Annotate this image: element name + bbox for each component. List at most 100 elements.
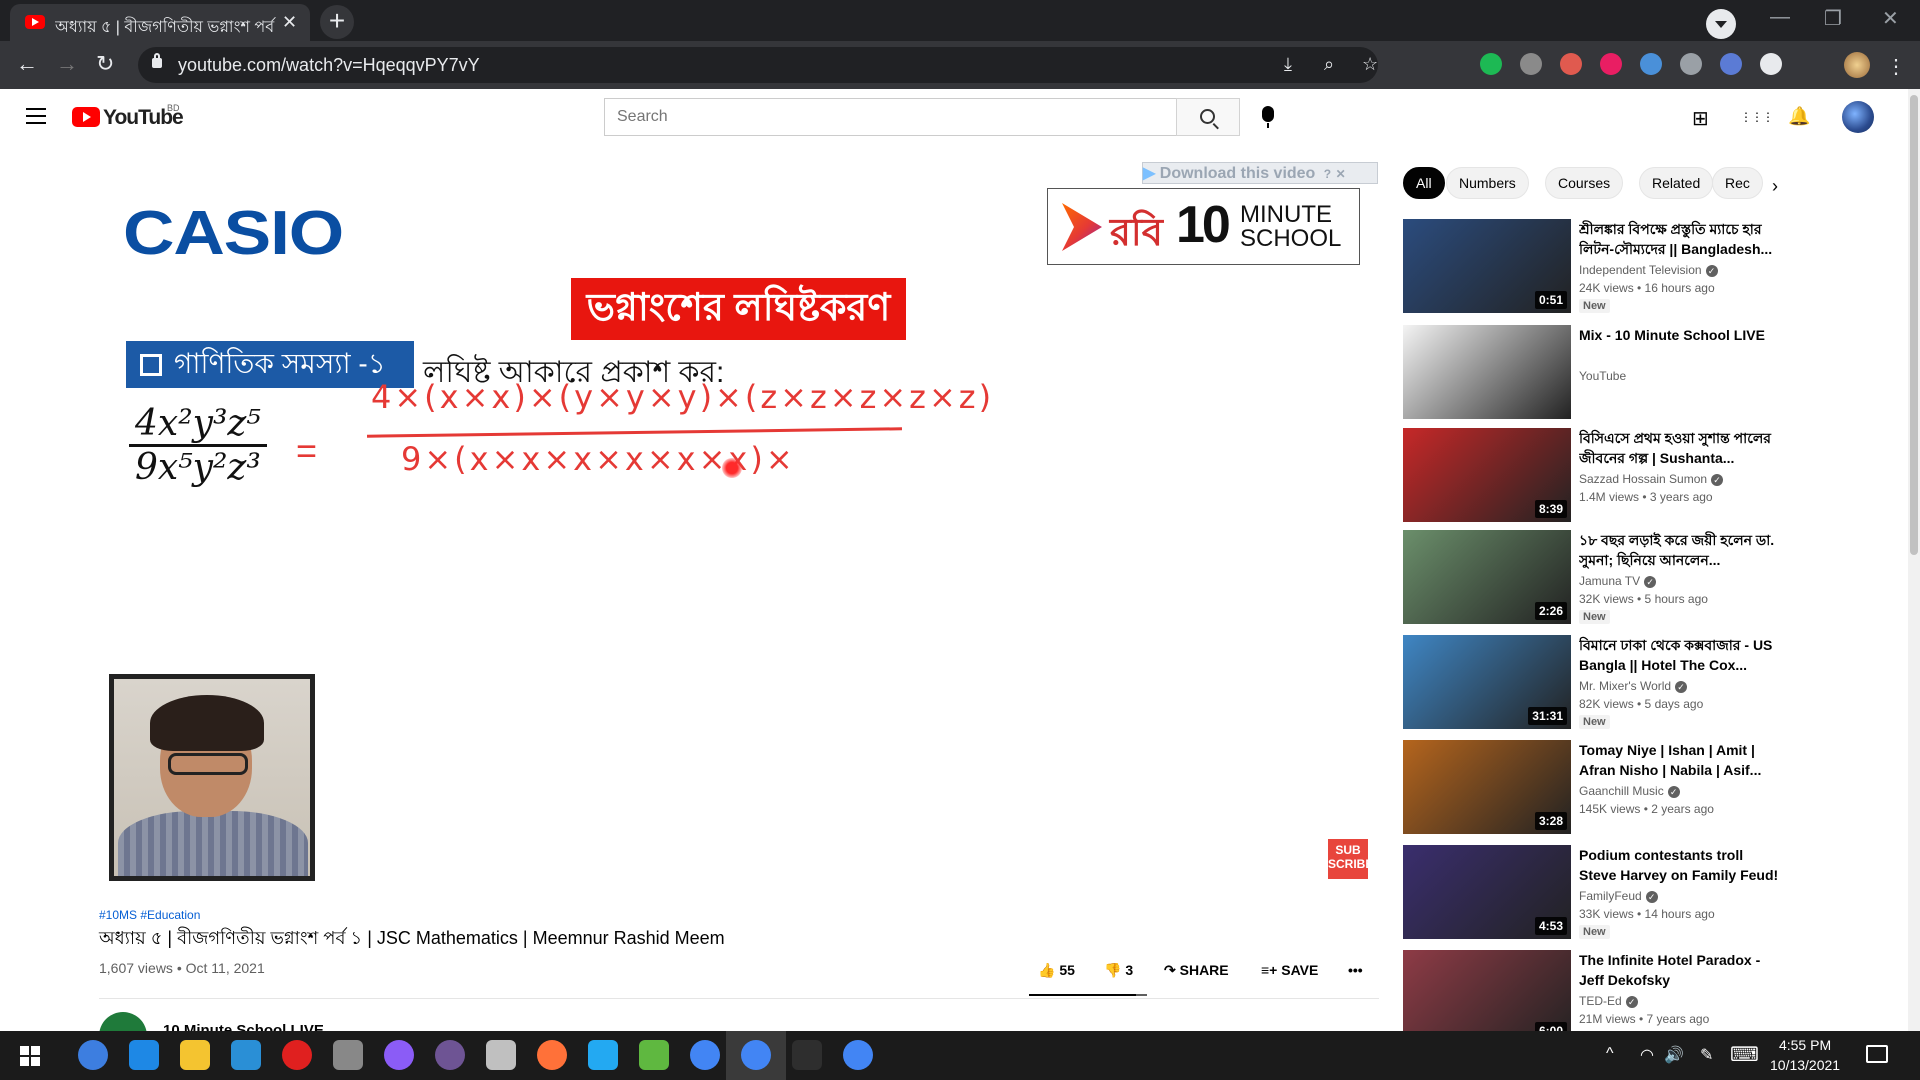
page-scrollbar[interactable] [1908, 89, 1920, 1031]
video-thumbnail[interactable] [1403, 325, 1571, 419]
download-video-bar[interactable]: ▶ Download this video ? ✕ [1142, 162, 1378, 184]
action-center-icon[interactable] [1866, 1045, 1888, 1063]
new-tab-button[interactable]: + [320, 5, 354, 39]
taskbar-e-icon[interactable] [129, 1040, 159, 1070]
chip-all[interactable]: All [1403, 167, 1445, 199]
video-thumbnail[interactable]: 4:53 [1403, 845, 1571, 939]
recommended-video[interactable]: 31:31 বিমানে ঢাকা থেকে কক্সবাজার - US Ban… [1403, 635, 1783, 735]
scrollbar-thumb[interactable] [1910, 95, 1918, 555]
chip-numbers[interactable]: Numbers [1446, 167, 1529, 199]
reload-button[interactable]: ↻ [96, 51, 114, 77]
taskbar-chrome-active-icon[interactable] [726, 1031, 786, 1080]
voice-search-icon[interactable] [1262, 106, 1274, 128]
forward-button[interactable]: → [56, 51, 78, 77]
recommended-video[interactable]: Mix - 10 Minute School LIVE YouTube [1403, 325, 1783, 425]
video-player[interactable]: CASIO রবি 10 MINUTE SCHOOL ভগ্নাংশের লঘিষ… [99, 168, 1379, 888]
taskbar-app2-icon[interactable] [486, 1040, 516, 1070]
video-thumbnail[interactable]: 8:39 [1403, 428, 1571, 522]
video-thumbnail[interactable]: 3:28 [1403, 740, 1571, 834]
bookmark-star-icon[interactable]: ☆ [1362, 54, 1378, 75]
zoom-icon[interactable]: ⌕ [1324, 54, 1334, 75]
keyboard-icon[interactable]: ⌨ [1730, 1042, 1759, 1067]
volume-icon[interactable]: 🔊 [1664, 1045, 1684, 1065]
recommended-video[interactable]: 0:51 শ্রীলঙ্কার বিপক্ষে প্রস্তুতি ম্যাচে … [1403, 219, 1783, 319]
search-button[interactable] [1176, 98, 1240, 136]
taskbar-app-icon[interactable] [333, 1040, 363, 1070]
taskbar-opera-icon[interactable] [282, 1040, 312, 1070]
recommended-channel[interactable]: Mr. Mixer's World ✓ [1579, 679, 1688, 693]
recommended-channel[interactable]: Gaanchill Music ✓ [1579, 784, 1680, 798]
chip-courses[interactable]: Courses [1545, 167, 1624, 199]
recommended-video[interactable]: 4:53 Podium contestants troll Steve Harve… [1403, 845, 1783, 945]
tab-search-icon[interactable] [1706, 9, 1736, 39]
menu-icon[interactable] [26, 108, 46, 124]
taskbar-messenger-icon[interactable] [384, 1040, 414, 1070]
extension-icon[interactable] [1560, 53, 1582, 75]
recommended-title[interactable]: Mix - 10 Minute School LIVE [1579, 325, 1783, 345]
help-icon[interactable]: ? [1324, 167, 1331, 181]
video-thumbnail[interactable]: 31:31 [1403, 635, 1571, 729]
save-button[interactable]: ≡+ SAVE [1261, 962, 1318, 978]
taskbar-chrome-icon[interactable] [690, 1040, 720, 1070]
recommended-video[interactable]: 3:28 Tomay Niye | Ishan | Amit | Afran Ni… [1403, 740, 1783, 840]
taskbar-github-icon[interactable] [435, 1040, 465, 1070]
maximize-button[interactable]: ❐ [1824, 6, 1842, 31]
account-avatar[interactable] [1842, 101, 1874, 133]
taskbar-firefox-icon[interactable] [537, 1040, 567, 1070]
recommended-channel[interactable]: Jamuna TV ✓ [1579, 574, 1657, 588]
more-actions-button[interactable]: ••• [1348, 962, 1363, 978]
taskbar-folder-icon[interactable] [180, 1040, 210, 1070]
taskbar-app3-icon[interactable] [639, 1040, 669, 1070]
taskbar-terminal-icon[interactable] [792, 1040, 822, 1070]
share-button[interactable]: ↷ SHARE [1164, 962, 1229, 979]
puzzle-icon[interactable] [1760, 53, 1782, 75]
recommended-video[interactable]: 8:39 বিসিএসে প্রথম হওয়া সুশান্ত পালের জী… [1403, 428, 1783, 528]
chip-rec[interactable]: Rec [1712, 167, 1763, 199]
pen-extension-icon[interactable] [1720, 53, 1742, 75]
chip-related[interactable]: Related [1639, 167, 1714, 199]
taskbar-chrome2-icon[interactable] [843, 1040, 873, 1070]
subscribe-watermark[interactable]: SUB SCRIBE [1328, 839, 1373, 879]
profile-avatar[interactable] [1844, 52, 1870, 78]
recommended-video[interactable]: 2:26 ১৮ বছর লড়াই করে জয়ী হলেন ডা. সুমনা… [1403, 530, 1783, 630]
download-close-icon[interactable]: ✕ [1336, 167, 1346, 181]
grammarly-icon[interactable] [1480, 53, 1502, 75]
pen-icon[interactable]: ✎ [1700, 1045, 1713, 1065]
recommended-title[interactable]: শ্রীলঙ্কার বিপক্ষে প্রস্তুতি ম্যাচে হার … [1579, 219, 1783, 259]
system-clock[interactable]: 4:55 PM 10/13/2021 [1770, 1035, 1840, 1075]
youtube-logo-icon[interactable] [72, 107, 100, 127]
camera-icon[interactable] [1520, 53, 1542, 75]
recommended-title[interactable]: বিসিএসে প্রথম হওয়া সুশান্ত পালের জীবনের… [1579, 428, 1783, 468]
tray-overflow-icon[interactable]: ^ [1606, 1045, 1614, 1063]
create-video-icon[interactable]: ⊞ [1692, 106, 1709, 131]
install-icon[interactable]: ⤓ [1284, 54, 1292, 75]
video-thumbnail[interactable]: 2:26 [1403, 530, 1571, 624]
windows-start-icon[interactable] [20, 1046, 40, 1066]
chips-next-icon[interactable]: › [1772, 176, 1778, 197]
vpn-icon[interactable] [1680, 53, 1702, 75]
minimize-button[interactable]: — [1770, 6, 1790, 29]
back-button[interactable]: ← [16, 51, 38, 77]
recommended-title[interactable]: বিমানে ঢাকা থেকে কক্সবাজার - US Bangla |… [1579, 635, 1783, 675]
recommended-title[interactable]: Tomay Niye | Ishan | Amit | Afran Nisho … [1579, 740, 1783, 780]
address-bar[interactable]: youtube.com/watch?v=HqeqqvPY7vY ⤓ ⌕ ☆ [138, 47, 1378, 83]
wifi-icon[interactable]: ◠ [1640, 1045, 1654, 1065]
recommended-channel[interactable]: TED-Ed ✓ [1579, 994, 1638, 1008]
video-thumbnail[interactable]: 0:51 [1403, 219, 1571, 313]
recommended-title[interactable]: Podium contestants troll Steve Harvey on… [1579, 845, 1783, 885]
recommended-channel[interactable]: FamilyFeud ✓ [1579, 889, 1658, 903]
dislike-button[interactable]: 👎 3 [1104, 962, 1133, 979]
taskbar-vscode-icon[interactable] [588, 1040, 618, 1070]
window-close-button[interactable]: ✕ [1882, 6, 1899, 31]
video-hashtags[interactable]: #10MS #Education [99, 908, 200, 922]
recommended-channel[interactable]: Sazzad Hossain Sumon ✓ [1579, 472, 1724, 486]
notifications-bell-icon[interactable]: 🔔 [1788, 106, 1810, 127]
apps-grid-icon[interactable]: ⋮⋮⋮ [1740, 110, 1774, 124]
recommended-channel[interactable]: Independent Television ✓ [1579, 263, 1718, 277]
taskbar-mail-icon[interactable] [231, 1040, 261, 1070]
browser-menu-icon[interactable]: ⋮ [1886, 54, 1906, 79]
browser-tab[interactable]: অধ্যায় ৫ | বীজগণিতীয় ভগ্নাংশ পর্ব ✕ [10, 4, 310, 41]
recommended-title[interactable]: ১৮ বছর লড়াই করে জয়ী হলেন ডা. সুমনা; ছি… [1579, 530, 1783, 570]
like-button[interactable]: 👍 55 [1038, 962, 1075, 979]
recommended-channel[interactable]: YouTube [1579, 369, 1626, 383]
